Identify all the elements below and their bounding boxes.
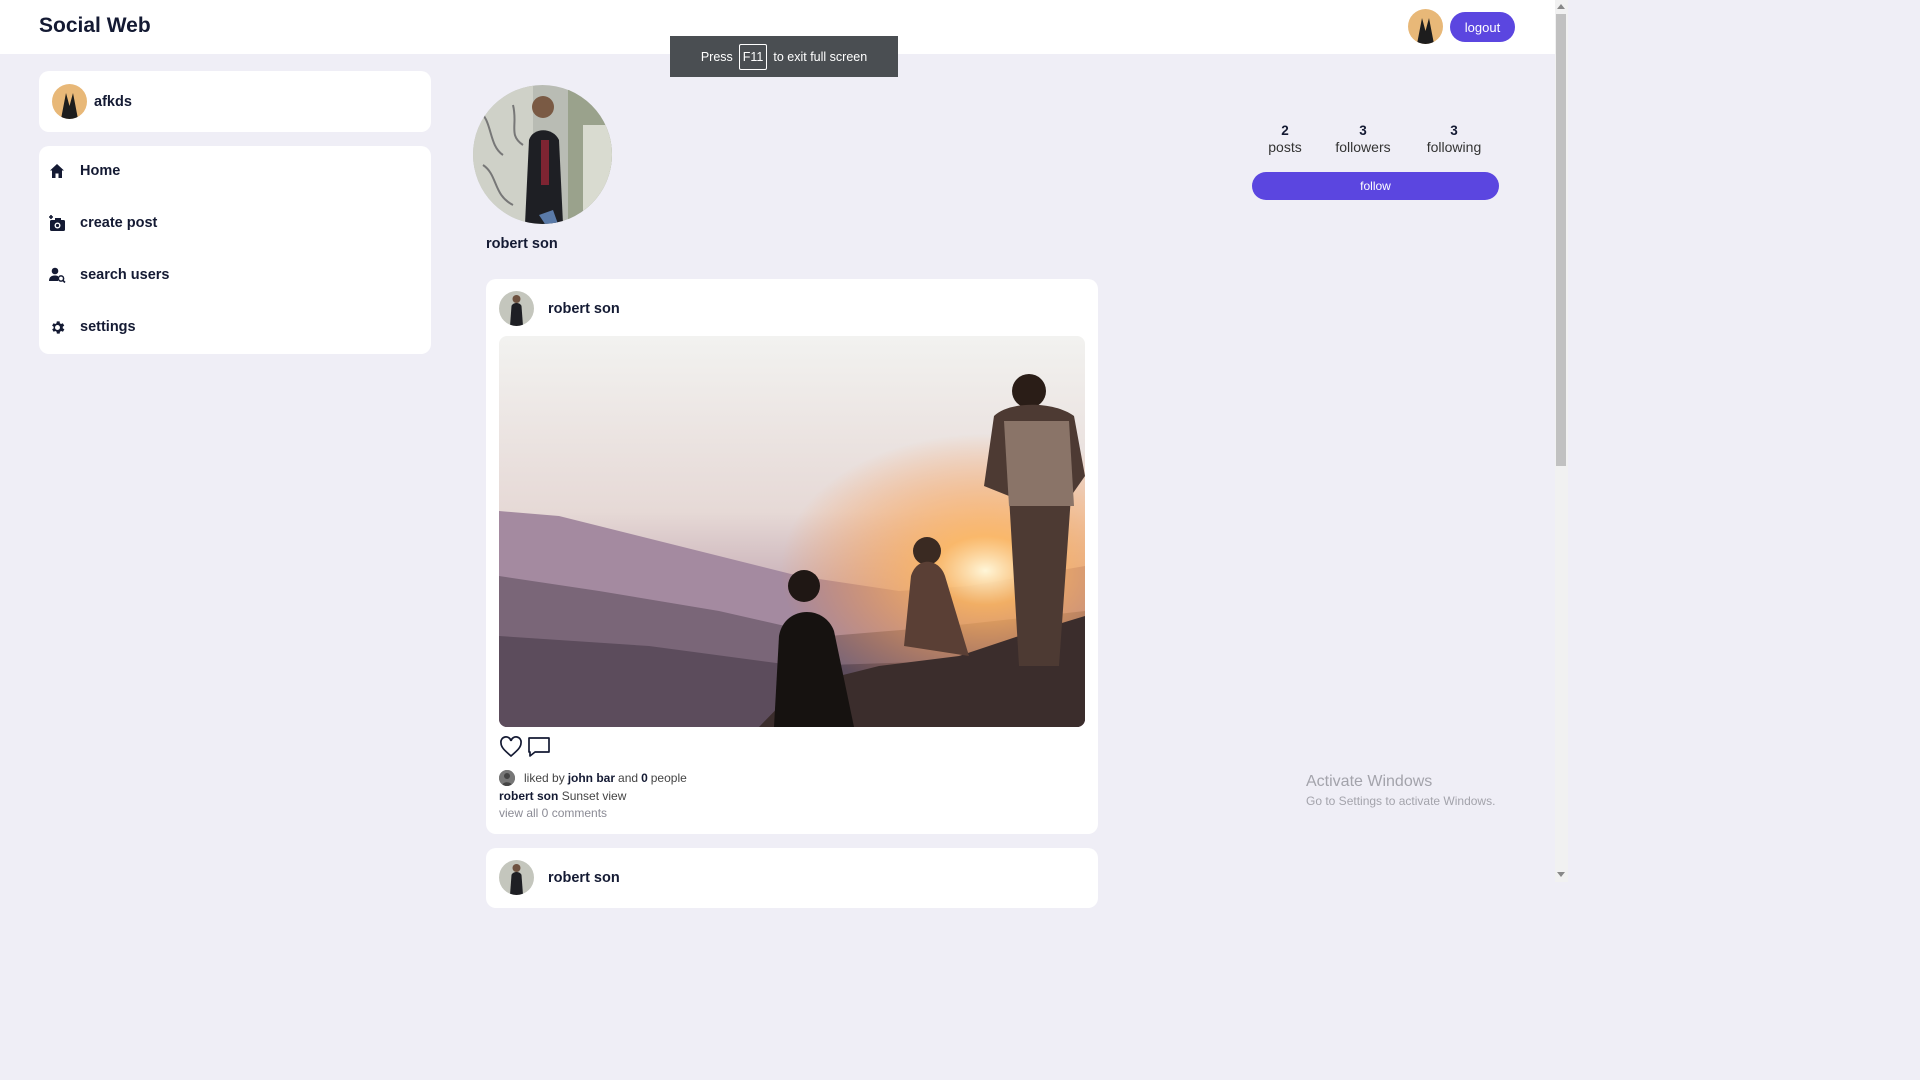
stat-value: 3 (1450, 123, 1458, 138)
caption-author[interactable]: robert son (499, 789, 558, 803)
liked-count: 0 (641, 771, 648, 785)
sidebar-item-settings[interactable]: settings (48, 313, 136, 341)
liked-by-user[interactable]: john bar (568, 771, 615, 785)
current-username: afkds (94, 93, 132, 110)
sidebar-item-label: Home (80, 163, 121, 179)
scroll-down-arrow-icon[interactable] (1557, 872, 1565, 877)
liked-by-and: and (618, 771, 639, 785)
post-actions (499, 735, 551, 764)
toast-prefix: Press (700, 49, 733, 64)
vertical-scrollbar[interactable] (1555, 0, 1568, 882)
sidebar-item-create-post[interactable]: create post (48, 209, 157, 237)
post-header: robert son (499, 860, 620, 895)
sidebar-item-label: search users (80, 267, 170, 283)
sidebar-item-search-users[interactable]: search users (48, 261, 169, 289)
user-search-icon (48, 266, 66, 284)
post-caption: robert son Sunset view (499, 789, 626, 803)
stat-following[interactable]: 3 following (1418, 123, 1490, 155)
profile-name: robert son (486, 236, 558, 252)
scrollbar-thumb[interactable] (1556, 14, 1566, 466)
liked-by-row: liked by john bar and 0 people (499, 770, 687, 786)
toast-key: F11 (738, 43, 768, 70)
gear-icon (48, 318, 66, 336)
logout-button[interactable]: logout (1450, 12, 1515, 42)
post-image[interactable] (499, 336, 1085, 727)
stat-value: 3 (1359, 123, 1367, 138)
follow-button[interactable]: follow (1252, 172, 1499, 200)
post-header: robert son (499, 291, 620, 326)
windows-activation-watermark: Activate Windows Go to Settings to activ… (1306, 773, 1495, 808)
stat-posts: 2 posts (1262, 123, 1308, 155)
toast-suffix: to exit full screen (773, 49, 868, 64)
sidebar-item-home[interactable]: Home (48, 157, 120, 185)
current-user-card[interactable]: afkds (39, 71, 431, 132)
profile-photo (473, 85, 612, 224)
caption-text: Sunset view (561, 789, 627, 803)
watermark-subtitle: Go to Settings to activate Windows. (1306, 794, 1496, 808)
post-author[interactable]: robert son (548, 870, 620, 886)
post-card: robert son (486, 848, 1098, 908)
stat-value: 2 (1281, 123, 1289, 138)
brand-logo[interactable]: Social Web (39, 14, 151, 38)
heart-icon[interactable] (499, 735, 523, 764)
avatar[interactable] (499, 291, 534, 326)
liked-by-suffix: people (650, 771, 687, 785)
home-icon (48, 162, 66, 180)
watermark-title: Activate Windows (1306, 773, 1433, 790)
post-author[interactable]: robert son (548, 301, 620, 317)
stat-label: following (1426, 139, 1482, 155)
liked-by-prefix: liked by (524, 771, 565, 785)
avatar (52, 84, 87, 119)
stat-followers[interactable]: 3 followers (1328, 123, 1398, 155)
sidebar-nav: Home create post search users settings (39, 146, 431, 354)
camera-plus-icon (48, 214, 66, 232)
comment-icon[interactable] (527, 735, 551, 764)
avatar[interactable] (499, 860, 534, 895)
stat-label: posts (1268, 139, 1302, 155)
fullscreen-toast: Press F11 to exit full screen (670, 36, 898, 77)
scroll-up-arrow-icon[interactable] (1557, 4, 1565, 9)
user-avatar-icon[interactable] (1408, 9, 1443, 44)
sidebar-item-label: settings (80, 319, 136, 335)
post-card: robert son (486, 279, 1098, 834)
sidebar-item-label: create post (80, 215, 158, 231)
liker-avatar (499, 770, 515, 786)
view-comments-link[interactable]: view all 0 comments (499, 806, 607, 820)
stat-label: followers (1335, 139, 1391, 155)
